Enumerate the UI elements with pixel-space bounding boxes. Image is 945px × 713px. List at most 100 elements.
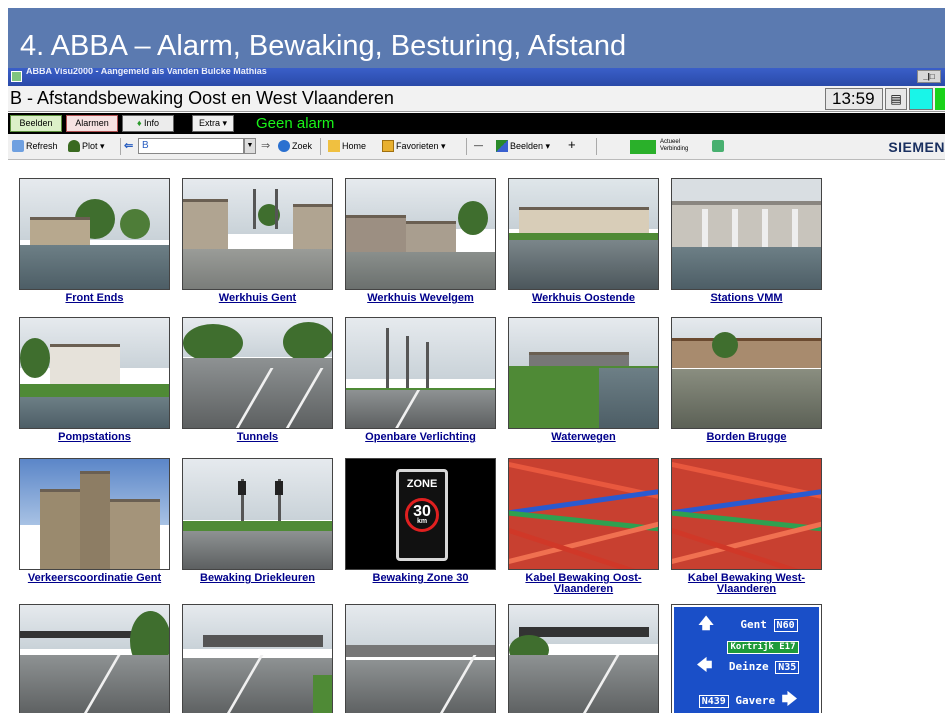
favorieten-label: Favorieten ▾ [396, 141, 446, 151]
tab-beelden[interactable]: Beelden [10, 115, 62, 132]
tile-highway-1[interactable] [18, 604, 171, 713]
tile-label[interactable]: Bewaking Zone 30 [344, 573, 497, 584]
thumbnail-image[interactable] [19, 458, 170, 570]
tile-road-sign[interactable]: 🡅 Gent N60 Kortrijk E17 🡄 Deinze N35 N43… [670, 604, 823, 713]
sign-kortrijk-e17: Kortrijk E17 [727, 641, 799, 654]
thumbnail-image[interactable] [182, 458, 333, 570]
window-title: ABBA Visu2000 - Aangemeld als Vanden Bul… [26, 68, 267, 76]
thumbnail-image[interactable] [19, 317, 170, 429]
brand-logo: SIEMEN [888, 139, 945, 155]
address-dropdown-icon[interactable]: ▼ [244, 138, 256, 154]
tile-kabel-bewaking-oost[interactable]: Kabel Bewaking Oost-Vlaanderen [507, 458, 660, 595]
tile-bewaking-zone-30[interactable]: ZONE 30 km Bewaking Zone 30 [344, 458, 497, 584]
thumbnail-image[interactable] [345, 317, 496, 429]
thumbnail-image[interactable] [345, 178, 496, 290]
connection-icon [630, 140, 658, 154]
toolbar-separator [320, 138, 321, 155]
tile-openbare-verlichting[interactable]: Openbare Verlichting [344, 317, 497, 443]
tab-info-label: Info [144, 118, 160, 128]
tile-label[interactable]: Borden Brugge [670, 432, 823, 443]
zone-sign-title: ZONE [406, 478, 438, 490]
address-input[interactable]: B [138, 138, 244, 154]
tile-label[interactable]: Openbare Verlichting [344, 432, 497, 443]
folder-icon [382, 140, 394, 152]
tile-kabel-bewaking-west[interactable]: Kabel Bewaking West-Vlaanderen [670, 458, 823, 595]
sign-row-3: 🡄 Deinze N35 [678, 655, 818, 681]
tile-label[interactable]: Stations VMM [670, 293, 823, 304]
plot-label: Plot ▾ [82, 141, 105, 151]
thumbnail-image[interactable]: 🡅 Gent N60 Kortrijk E17 🡄 Deinze N35 N43… [671, 604, 822, 713]
window-titlebar: ABBA Visu2000 - Aangemeld als Vanden Bul… [8, 68, 945, 86]
speed-limit-ring: 30 km [405, 498, 439, 532]
plot-button[interactable]: Plot ▾ [68, 140, 105, 152]
tile-werkhuis-wevelgem[interactable]: Werkhuis Wevelgem [344, 178, 497, 304]
tile-pompstations[interactable]: Pompstations [18, 317, 171, 443]
tile-highway-4[interactable] [507, 604, 660, 713]
tile-label[interactable]: Werkhuis Gent [181, 293, 334, 304]
thumbnail-image[interactable] [508, 178, 659, 290]
tile-label[interactable]: Bewaking Driekleuren [181, 573, 334, 584]
thumbnail-image[interactable] [508, 458, 659, 570]
tile-borden-brugge[interactable]: Borden Brugge [670, 317, 823, 443]
thumbnail-image[interactable] [671, 317, 822, 429]
go-arrow-icon[interactable]: ⇒ [261, 139, 270, 152]
tile-label[interactable]: Kabel Bewaking Oost-Vlaanderen [507, 573, 660, 595]
tile-front-ends[interactable]: Front Ends [18, 178, 171, 304]
tile-tunnels[interactable]: Tunnels [181, 317, 334, 443]
connection-line2: Verbinding [660, 146, 689, 152]
thumbnail-image[interactable] [19, 178, 170, 290]
tile-label[interactable]: Waterwegen [507, 432, 660, 443]
window-controls[interactable]: _|□ [917, 70, 941, 83]
tile-werkhuis-gent[interactable]: Werkhuis Gent [181, 178, 334, 304]
tile-label[interactable]: Verkeerscoordinatie Gent [18, 573, 171, 584]
thumbnail-image[interactable] [671, 458, 822, 570]
thumbnail-image[interactable] [508, 317, 659, 429]
favorieten-button[interactable]: Favorieten ▾ [382, 140, 446, 152]
search-icon [278, 140, 290, 152]
tile-bewaking-driekleuren[interactable]: Bewaking Driekleuren [181, 458, 334, 584]
zone30-sign: ZONE 30 km [396, 469, 448, 561]
images-icon [496, 140, 508, 152]
thumbnail-image[interactable]: ZONE 30 km [345, 458, 496, 570]
tile-label[interactable]: Werkhuis Wevelgem [344, 293, 497, 304]
link-icon [712, 140, 724, 152]
tab-alarmen[interactable]: Alarmen [66, 115, 118, 132]
minus-button[interactable]: — [474, 140, 483, 150]
beelden-label: Beelden ▾ [510, 141, 551, 151]
tile-label[interactable]: Pompstations [18, 432, 171, 443]
home-button[interactable]: Home [328, 140, 366, 152]
thumbnail-image[interactable] [182, 604, 333, 713]
refresh-label: Refresh [26, 141, 58, 151]
plus-button[interactable]: + [568, 137, 576, 152]
tile-highway-2[interactable] [181, 604, 334, 713]
thumbnail-image[interactable] [182, 178, 333, 290]
tab-info[interactable]: ♦ Info [122, 115, 174, 132]
thumbnail-image[interactable] [19, 604, 170, 713]
thumbnail-image[interactable] [508, 604, 659, 713]
refresh-button[interactable]: Refresh [12, 140, 58, 152]
tile-label[interactable]: Werkhuis Oostende [507, 293, 660, 304]
beelden-button[interactable]: Beelden ▾ [496, 140, 550, 152]
tile-werkhuis-oostende[interactable]: Werkhuis Oostende [507, 178, 660, 304]
tile-label[interactable]: Tunnels [181, 432, 334, 443]
thumbnail-image[interactable] [345, 604, 496, 713]
back-arrow-icon[interactable]: ⇐ [124, 139, 133, 152]
tile-label[interactable]: Front Ends [18, 293, 171, 304]
tile-waterwegen[interactable]: Waterwegen [507, 317, 660, 443]
tile-stations-vmm[interactable]: Stations VMM [670, 178, 823, 304]
zoek-button[interactable]: Zoek [278, 140, 312, 152]
screen-title: B - Afstandsbewaking Oost en West Vlaand… [10, 88, 394, 108]
tab-extra[interactable]: Extra ▾ [192, 115, 234, 132]
image-grid: Front Ends Werkhuis Gent Werkhuis Wevelg… [8, 161, 945, 713]
link-button[interactable] [712, 140, 726, 152]
document-icon[interactable]: ▤ [885, 88, 907, 110]
toolbar-separator [596, 138, 597, 155]
clock: 13:59 [825, 88, 883, 110]
thumbnail-image[interactable] [182, 317, 333, 429]
toolbar-separator [120, 138, 121, 155]
tile-highway-3[interactable] [344, 604, 497, 713]
thumbnail-image[interactable] [671, 178, 822, 290]
tile-verkeerscoordinatie-gent[interactable]: Verkeerscoordinatie Gent [18, 458, 171, 584]
tile-label[interactable]: Kabel Bewaking West-Vlaanderen [670, 573, 823, 595]
toolbar-separator [466, 138, 467, 155]
